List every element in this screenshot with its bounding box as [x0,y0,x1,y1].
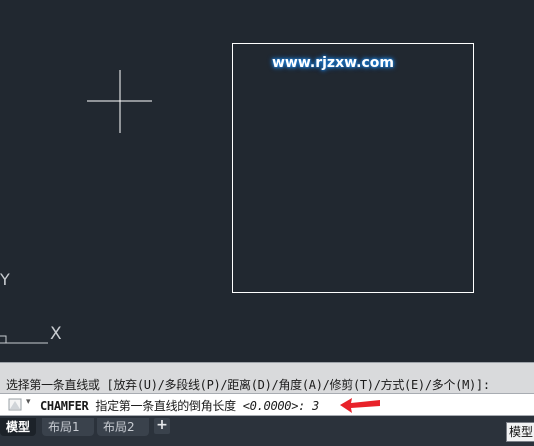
rectangle-object[interactable] [232,43,474,293]
ucs-x-label: X [50,324,62,344]
history-line: 选择第一条直线或 [放弃(U)/多段线(P)/距离(D)/角度(A)/修剪(T)… [6,378,490,392]
ucs-origin-box [0,335,7,344]
add-layout-icon[interactable]: + [154,418,170,434]
status-model-button[interactable]: 模型 [506,422,534,442]
tab-layout2[interactable]: 布局2 [97,418,149,436]
command-icon[interactable] [8,398,22,411]
ucs-y-label: Y [0,270,10,289]
command-line[interactable]: ▾ CHAMFER 指定第一条直线的倒角长度 <0.0000>: 3 [0,393,534,416]
tab-layout1[interactable]: 布局1 [42,418,94,436]
command-input-value[interactable]: 3 [312,399,319,413]
chevron-down-icon[interactable]: ▾ [26,397,31,407]
command-name: CHAMFER [40,399,89,413]
tab-model[interactable]: 模型 [0,418,37,436]
command-prompt: 指定第一条直线的倒角长度 [88,399,243,413]
command-history: 选择第一条直线或 [放弃(U)/多段线(P)/距离(D)/角度(A)/修剪(T)… [0,362,534,393]
command-input[interactable]: CHAMFER 指定第一条直线的倒角长度 <0.0000>: 3 [40,397,319,414]
drawing-canvas[interactable]: www.rjzxw.com Y X [0,0,534,362]
drawing-svg [0,43,474,344]
watermark-text: www.rjzxw.com [272,55,394,71]
red-arrow-annotation [340,398,380,413]
layout-tabs: 模型 布局1 布局2 + [0,416,534,446]
command-default-value: <0.0000>: [242,399,306,413]
